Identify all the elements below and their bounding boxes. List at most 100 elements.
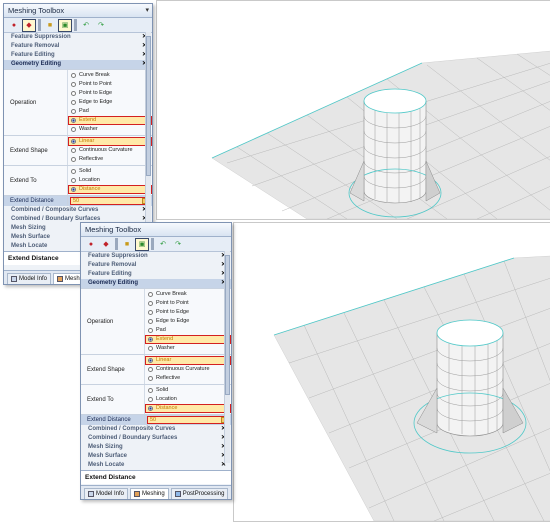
section-combined-boundary-surfaces[interactable]: Combined / Boundary Surfaces✕ xyxy=(81,434,231,443)
radio-button[interactable] xyxy=(148,310,153,315)
tab-postprocessing[interactable]: PostProcessing xyxy=(170,488,229,499)
radio-button-selected[interactable] xyxy=(148,406,153,411)
option-solid[interactable]: Solid xyxy=(145,386,231,395)
extend-to-group: Extend To Solid Location Distance xyxy=(4,165,152,195)
radio-button-selected[interactable] xyxy=(148,358,153,363)
option-continuous-curvature[interactable]: Continuous Curvature xyxy=(145,365,231,374)
tab-model-info[interactable]: Model Info xyxy=(7,273,52,284)
mesh-icon[interactable]: ● xyxy=(84,238,98,251)
option-continuous-curvature[interactable]: Continuous Curvature xyxy=(68,146,152,155)
option-location[interactable]: Location xyxy=(68,176,152,185)
option-extend[interactable]: Extend xyxy=(145,335,231,344)
tab-meshing[interactable]: Meshing xyxy=(130,488,169,499)
mesh-nodes-icon[interactable]: ◆ xyxy=(22,18,36,32)
radio-button[interactable] xyxy=(148,376,153,381)
scrollbar-thumb[interactable] xyxy=(146,36,151,176)
option-edge-to-edge[interactable]: Edge to Edge xyxy=(145,317,231,326)
option-distance[interactable]: Distance xyxy=(68,185,152,194)
section-feature-editing[interactable]: Feature Editing✕ xyxy=(81,270,231,279)
radio-button[interactable] xyxy=(148,301,153,306)
extend-distance-input[interactable]: 50 xyxy=(147,416,229,424)
option-reflective[interactable]: Reflective xyxy=(145,374,231,383)
section-feature-removal[interactable]: Feature Removal✕ xyxy=(81,261,231,270)
option-reflective[interactable]: Reflective xyxy=(68,155,152,164)
radio-button[interactable] xyxy=(71,169,76,174)
radio-button[interactable] xyxy=(71,157,76,162)
radio-button-selected[interactable] xyxy=(71,187,76,192)
option-linear[interactable]: Linear xyxy=(68,137,152,146)
radio-button-selected[interactable] xyxy=(71,139,76,144)
toolbar-separator xyxy=(38,19,41,31)
radio-button[interactable] xyxy=(148,328,153,333)
extend-shape-label: Extend Shape xyxy=(81,355,145,384)
option-point-to-edge[interactable]: Point to Edge xyxy=(145,308,231,317)
radio-button[interactable] xyxy=(71,82,76,87)
extend-distance-input[interactable]: 50 xyxy=(70,197,150,205)
section-mesh-locate[interactable]: Mesh Locate✕ xyxy=(81,461,231,470)
mesh-nodes-icon[interactable]: ◆ xyxy=(99,238,113,251)
radio-button[interactable] xyxy=(71,178,76,183)
extend-to-label: Extend To xyxy=(81,385,145,414)
option-linear[interactable]: Linear xyxy=(145,356,231,365)
section-feature-editing[interactable]: Feature Editing✕ xyxy=(4,51,152,60)
section-feature-suppression[interactable]: Feature Suppression✕ xyxy=(4,33,152,42)
copy-icon[interactable]: ■ xyxy=(120,238,134,251)
option-point-to-point[interactable]: Point to Point xyxy=(145,299,231,308)
option-edge-to-edge[interactable]: Edge to Edge xyxy=(68,98,152,107)
radio-button-selected[interactable] xyxy=(148,337,153,342)
radio-button[interactable] xyxy=(148,388,153,393)
radio-button[interactable] xyxy=(148,397,153,402)
option-distance[interactable]: Distance xyxy=(145,404,231,413)
pin-menu-icon[interactable]: ▾ xyxy=(145,4,149,17)
scrollbar[interactable] xyxy=(224,251,230,463)
panel-title-bar: Meshing Toolbox ▾ xyxy=(4,4,152,18)
mesh-viewport-bottom[interactable] xyxy=(233,222,550,522)
option-curve-break[interactable]: Curve Break xyxy=(145,290,231,299)
section-geometry-editing[interactable]: Geometry Editing✕ xyxy=(81,279,231,288)
option-pad[interactable]: Pad xyxy=(68,107,152,116)
section-combined-composite-curves[interactable]: Combined / Composite Curves✕ xyxy=(81,425,231,434)
mesh-model-bottom xyxy=(273,255,550,521)
option-point-to-edge[interactable]: Point to Edge xyxy=(68,89,152,98)
mesh-icon[interactable]: ● xyxy=(7,19,21,32)
radio-button[interactable] xyxy=(148,319,153,324)
copy-icon[interactable]: ■ xyxy=(43,19,57,32)
option-extend[interactable]: Extend xyxy=(68,116,152,125)
radio-button-selected[interactable] xyxy=(71,118,76,123)
radio-button[interactable] xyxy=(148,292,153,297)
select-box-icon[interactable]: ▣ xyxy=(135,237,149,251)
postprocessing-icon xyxy=(174,491,181,497)
section-feature-removal[interactable]: Feature Removal✕ xyxy=(4,42,152,51)
undo-icon[interactable]: ↶ xyxy=(156,238,170,251)
radio-button[interactable] xyxy=(71,91,76,96)
option-solid[interactable]: Solid xyxy=(68,167,152,176)
radio-button[interactable] xyxy=(148,367,153,372)
radio-button[interactable] xyxy=(71,73,76,78)
scrollbar[interactable] xyxy=(145,32,151,244)
model-info-icon xyxy=(11,276,17,282)
section-combined-composite-curves[interactable]: Combined / Composite Curves✕ xyxy=(4,206,152,215)
scrollbar-thumb[interactable] xyxy=(225,255,230,395)
radio-button[interactable] xyxy=(148,346,153,351)
panel-title: Meshing Toolbox xyxy=(8,6,65,15)
radio-button[interactable] xyxy=(71,127,76,132)
option-washer[interactable]: Washer xyxy=(145,344,231,353)
section-feature-suppression[interactable]: Feature Suppression✕ xyxy=(81,252,231,261)
undo-icon[interactable]: ↶ xyxy=(79,19,93,32)
option-location[interactable]: Location xyxy=(145,395,231,404)
option-pad[interactable]: Pad xyxy=(145,326,231,335)
select-box-icon[interactable]: ▣ xyxy=(58,18,72,32)
redo-icon[interactable]: ↷ xyxy=(171,238,185,251)
tab-model-info[interactable]: Model Info xyxy=(84,488,129,499)
section-mesh-sizing[interactable]: Mesh Sizing✕ xyxy=(81,443,231,452)
radio-button[interactable] xyxy=(71,100,76,105)
radio-button[interactable] xyxy=(71,148,76,153)
radio-button[interactable] xyxy=(71,109,76,114)
section-mesh-surface[interactable]: Mesh Surface✕ xyxy=(81,452,231,461)
option-washer[interactable]: Washer xyxy=(68,125,152,134)
option-point-to-point[interactable]: Point to Point xyxy=(68,80,152,89)
option-curve-break[interactable]: Curve Break xyxy=(68,71,152,80)
redo-icon[interactable]: ↷ xyxy=(94,19,108,32)
mesh-viewport-top[interactable] xyxy=(156,0,550,220)
section-geometry-editing[interactable]: Geometry Editing✕ xyxy=(4,60,152,69)
